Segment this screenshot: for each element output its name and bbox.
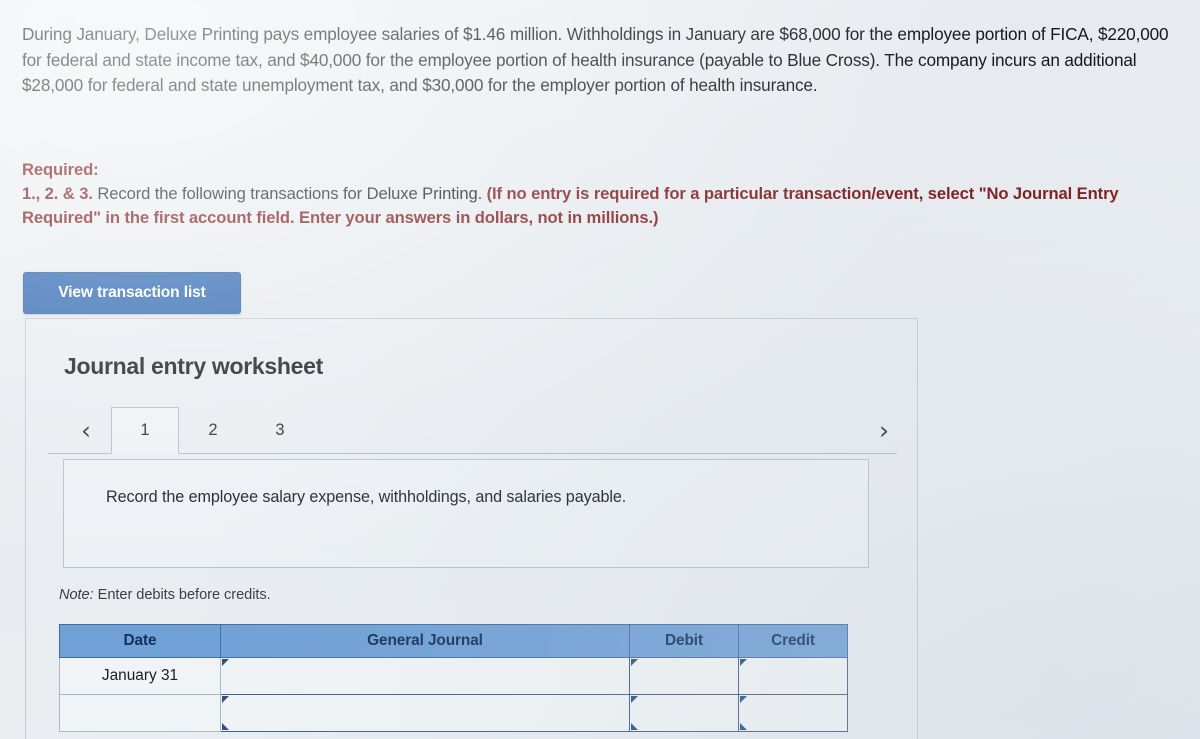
required-block: Required: 1., 2. & 3. Record the followi…: [22, 158, 1182, 230]
note-prefix: Note:: [59, 587, 94, 603]
column-header-general-journal: General Journal: [220, 624, 630, 658]
problem-statement: During January, Deluxe Printing pays emp…: [22, 24, 1169, 95]
required-instruction-plain: Record the following transactions for De…: [92, 184, 487, 203]
dropdown-triangle-icon: [740, 716, 747, 730]
cell-date-row-1: January 31: [59, 657, 221, 695]
debit-input-row-2[interactable]: [629, 694, 739, 732]
entry-instruction-box: Record the employee salary expense, with…: [63, 459, 869, 568]
column-header-debit: Debit: [629, 624, 739, 658]
debit-input-row-1[interactable]: [629, 657, 739, 695]
table-row: January 31: [59, 657, 848, 695]
debits-before-credits-note: Note: Enter debits before credits.: [59, 587, 271, 603]
dropdown-triangle-icon: [222, 659, 229, 673]
required-label: Required:: [22, 160, 99, 179]
required-instruction: 1., 2. & 3. Record the following transac…: [22, 184, 1119, 227]
dropdown-triangle-icon: [631, 659, 638, 673]
credit-input-row-2[interactable]: [738, 694, 848, 732]
dropdown-triangle-icon: [222, 696, 229, 710]
cell-date-row-2: [59, 694, 221, 732]
dropdown-triangle-icon: [222, 716, 229, 730]
column-header-credit: Credit: [738, 624, 848, 658]
column-header-date: Date: [59, 624, 221, 658]
tab-entry-3[interactable]: 3: [260, 407, 300, 454]
worksheet-title: Journal entry worksheet: [64, 353, 323, 379]
dropdown-triangle-icon: [740, 696, 747, 710]
worksheet-tabstrip: ‹ 1 2 3 ›: [48, 407, 897, 454]
dropdown-triangle-icon: [631, 696, 638, 710]
tab-entry-2[interactable]: 2: [193, 407, 233, 454]
table-row: [59, 694, 848, 732]
chevron-right-icon[interactable]: ›: [870, 413, 898, 447]
chevron-left-icon[interactable]: ‹: [72, 413, 100, 447]
journal-entry-table: Date General Journal Debit Credit Januar…: [59, 624, 848, 732]
required-numbering: 1., 2. & 3.: [22, 184, 93, 203]
account-input-row-1[interactable]: [220, 657, 630, 695]
table-header-row: Date General Journal Debit Credit: [59, 624, 848, 658]
entry-instruction-text: Record the employee salary expense, with…: [106, 488, 627, 506]
note-text: Enter debits before credits.: [93, 587, 271, 603]
account-input-row-2[interactable]: [220, 694, 630, 732]
dropdown-triangle-icon: [740, 659, 747, 673]
dropdown-triangle-icon: [631, 716, 638, 730]
credit-input-row-1[interactable]: [738, 657, 848, 695]
journal-entry-worksheet-panel: Journal entry worksheet ‹ 1 2 3 › Record…: [25, 318, 918, 739]
view-transaction-list-button[interactable]: View transaction list: [23, 272, 241, 314]
tab-entry-1[interactable]: 1: [111, 407, 179, 454]
